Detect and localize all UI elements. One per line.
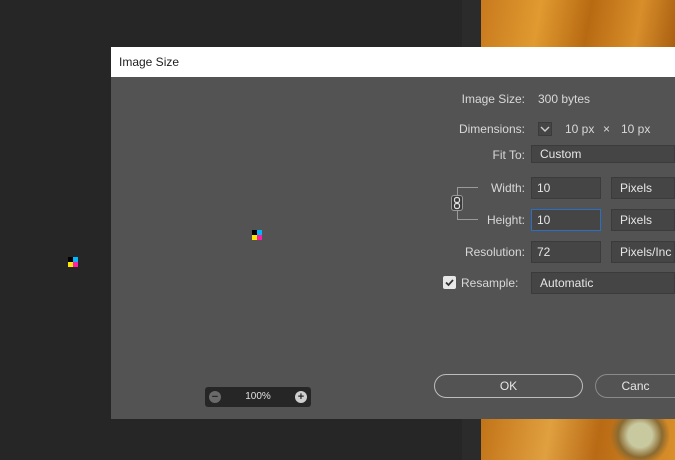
background-photo-top <box>481 0 675 48</box>
fit-to-select[interactable]: Custom <box>531 145 675 163</box>
image-preview[interactable]: − 100% + <box>111 77 437 419</box>
background-photo-bottom <box>481 419 675 460</box>
ok-button[interactable]: OK <box>434 374 583 398</box>
fit-to-label: Fit To: <box>492 148 525 162</box>
zoom-level: 100% <box>245 391 271 402</box>
dimensions-menu-chevron-icon[interactable] <box>538 122 552 136</box>
height-input[interactable]: 10 <box>531 209 601 231</box>
resample-label: Resample: <box>461 276 519 290</box>
constrain-proportions-link-icon[interactable] <box>451 195 463 211</box>
height-unit-select[interactable]: Pixels <box>611 209 675 231</box>
image-size-dialog: Image Size − 100% + Image Size: 300 byte… <box>111 47 675 419</box>
document-thumbnail <box>68 257 78 267</box>
zoom-control: − 100% + <box>205 387 311 407</box>
zoom-out-icon[interactable]: − <box>209 391 221 403</box>
zoom-in-icon[interactable]: + <box>295 391 307 403</box>
dimensions-times-sign: × <box>603 122 611 136</box>
resolution-input[interactable]: 72 <box>531 241 601 263</box>
image-size-label: Image Size: <box>461 92 525 106</box>
dimensions-label: Dimensions: <box>458 122 525 136</box>
dimensions-height-value: 10 px <box>621 122 651 136</box>
width-unit-select[interactable]: Pixels <box>611 177 675 199</box>
preview-image <box>252 230 262 240</box>
width-label: Width: <box>490 181 525 195</box>
width-input[interactable]: 10 <box>531 177 601 199</box>
image-size-value: 300 bytes <box>538 92 591 106</box>
resolution-unit-select[interactable]: Pixels/Inc <box>611 241 675 263</box>
dialog-title: Image Size <box>111 47 675 77</box>
height-label: Height: <box>486 213 525 227</box>
resolution-label: Resolution: <box>464 245 525 259</box>
cancel-button[interactable]: Canc <box>595 374 675 398</box>
dimensions-width-value: 10 px <box>565 122 595 136</box>
resample-checkbox[interactable] <box>443 276 456 289</box>
resample-method-select[interactable]: Automatic <box>531 272 675 294</box>
